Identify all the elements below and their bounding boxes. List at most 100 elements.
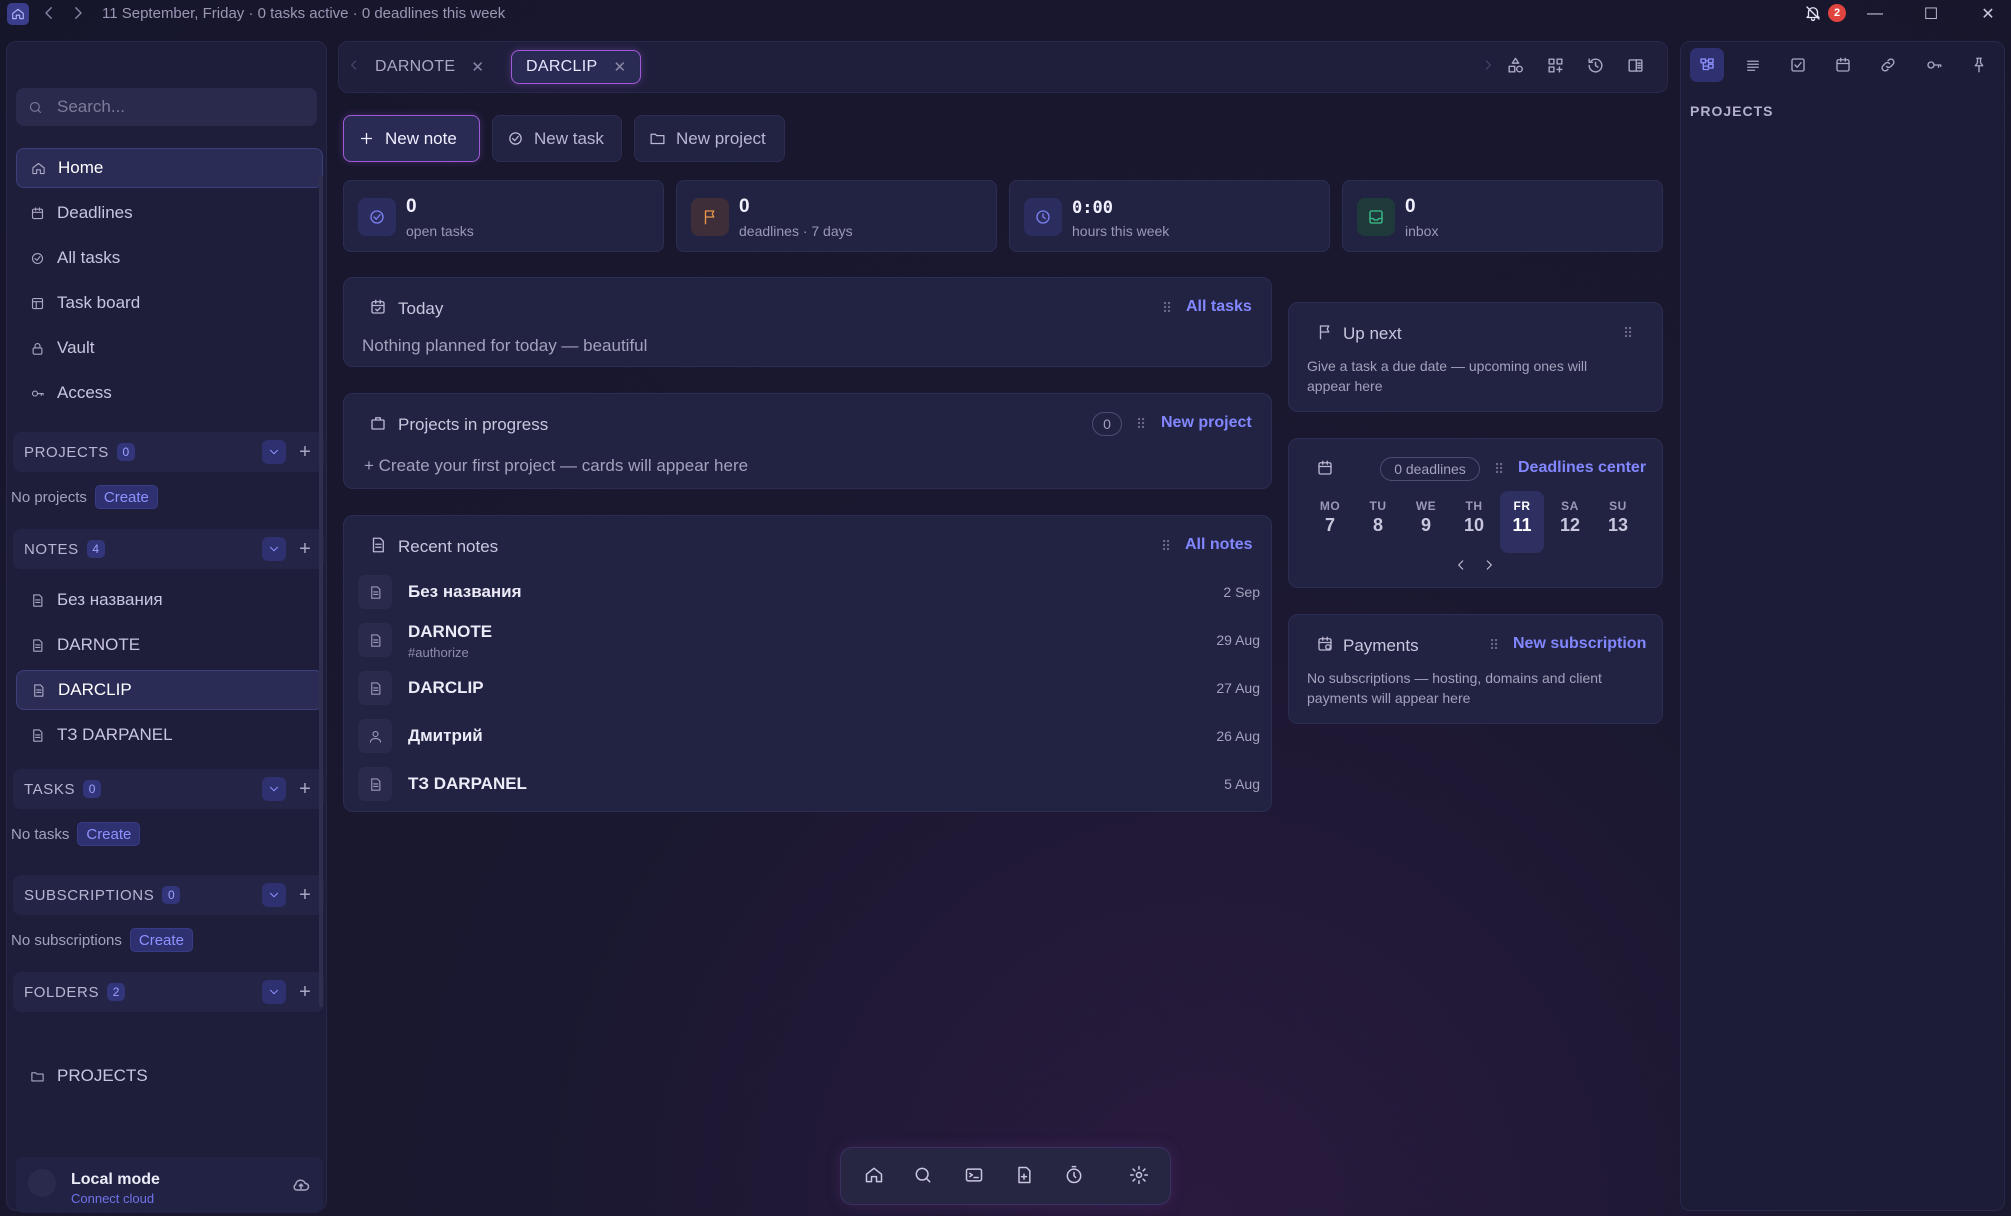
grid-add-icon[interactable] [1546,56,1565,75]
tab-scroll-right-icon[interactable] [1481,58,1495,72]
new-note-button[interactable]: New note [343,115,480,162]
new-project-link[interactable]: New project [1161,414,1252,432]
timer-icon[interactable] [1064,1165,1084,1185]
new-project-button[interactable]: New project [634,115,785,162]
calendar-day-mo[interactable]: MO 7 [1308,491,1352,553]
new-file-icon[interactable] [1014,1165,1034,1185]
add-task-button[interactable]: + [295,778,315,801]
chevron-left-icon[interactable] [1454,558,1468,572]
list-item[interactable]: DARNOTE #authorize 29 Aug [358,621,1260,661]
sidebar-item-task-board[interactable]: Task board [16,283,323,323]
all-notes-link[interactable]: All notes [1185,536,1253,554]
stat-open-tasks[interactable]: 0 open tasks [343,180,664,252]
terminal-icon[interactable] [964,1165,984,1185]
chevron-down-icon[interactable] [262,440,286,464]
calendar-icon[interactable] [1826,48,1860,82]
create-project-hint[interactable]: + Create your first project — cards will… [364,456,748,476]
tab-darclip[interactable]: DARCLIP ✕ [511,50,642,84]
tree-view-icon[interactable] [1690,48,1724,82]
sidebar-folder-item[interactable]: PROJECTS [16,1056,323,1096]
drag-handle-icon[interactable]: ⠿ [1489,637,1499,654]
sidebar-note-item[interactable]: DARNOTE [16,625,323,665]
add-subscription-button[interactable]: + [295,884,315,907]
drag-handle-icon[interactable]: ⠿ [1161,538,1171,555]
connect-cloud-link[interactable]: Connect cloud [71,1191,154,1206]
drag-handle-icon[interactable]: ⠿ [1162,300,1172,317]
link-icon[interactable] [1871,48,1905,82]
tab-darnote[interactable]: DARNOTE ✕ [361,50,498,84]
notes-section-header[interactable]: NOTES 4 + [13,529,324,569]
key-icon[interactable] [1917,48,1951,82]
sidebar-item-deadlines[interactable]: Deadlines [16,193,323,233]
split-view-icon[interactable] [1626,56,1645,75]
bell-icon[interactable] [1804,4,1822,22]
close-tab-icon[interactable]: ✕ [613,58,626,76]
stat-deadlines[interactable]: 0 deadlines · 7 days [676,180,997,252]
note-title: ТЗ DARPANEL [408,774,527,793]
chevron-down-icon[interactable] [262,883,286,907]
stat-inbox[interactable]: 0 inbox [1342,180,1663,252]
new-task-button[interactable]: New task [492,115,622,162]
search-icon[interactable] [913,1165,933,1185]
maximize-button[interactable]: ☐ [1920,3,1942,25]
search-box[interactable] [16,88,317,126]
minimize-button[interactable]: — [1864,3,1886,25]
calendar-day-su[interactable]: SU 13 [1596,491,1640,553]
all-tasks-link[interactable]: All tasks [1186,298,1252,316]
create-task-button[interactable]: Create [77,822,141,846]
forward-arrow-icon[interactable] [69,4,87,22]
sidebar-item-vault[interactable]: Vault [16,328,323,368]
cloud-upload-icon[interactable] [291,1175,311,1195]
projects-section-header[interactable]: PROJECTS 0 + [13,432,324,472]
sidebar-item-access[interactable]: Access [16,373,323,413]
sidebar-item-label: Vault [57,338,95,357]
drag-handle-icon[interactable]: ⠿ [1623,325,1633,342]
list-item[interactable]: Дмитрий 26 Aug [358,717,1260,757]
new-subscription-link[interactable]: New subscription [1513,635,1646,653]
back-arrow-icon[interactable] [40,4,58,22]
add-folder-button[interactable]: + [295,981,315,1004]
app-home-icon[interactable] [7,3,29,25]
sidebar-note-item[interactable]: ТЗ DARPANEL [16,715,323,755]
calendar-day-fr[interactable]: FR 11 [1500,491,1544,553]
stat-hours[interactable]: 0:00 hours this week [1009,180,1330,252]
sidebar-note-item[interactable]: DARCLIP [16,670,323,710]
subscriptions-section-header[interactable]: SUBSCRIPTIONS 0 + [13,875,324,915]
list-item[interactable]: DARCLIP 27 Aug [358,669,1260,709]
list-item[interactable]: Без названия 2 Sep [358,573,1260,613]
tasks-section-header[interactable]: TASKS 0 + [13,769,324,809]
pin-icon[interactable] [1962,48,1996,82]
calendar-day-tu[interactable]: TU 8 [1356,491,1400,553]
add-project-button[interactable]: + [295,441,315,464]
create-subscription-button[interactable]: Create [129,928,193,952]
sidebar-item-home[interactable]: Home [16,148,323,188]
folders-section-header[interactable]: FOLDERS 2 + [13,972,324,1012]
sidebar-scrollbar[interactable] [319,175,323,1007]
tab-scroll-left-icon[interactable] [347,58,361,72]
drag-handle-icon[interactable]: ⠿ [1494,461,1504,478]
chevron-right-icon[interactable] [1482,558,1496,572]
shapes-icon[interactable] [1506,56,1525,75]
calendar-day-we[interactable]: WE 9 [1404,491,1448,553]
create-project-button[interactable]: Create [94,485,158,509]
calendar-day-sa[interactable]: SA 12 [1548,491,1592,553]
home-icon[interactable] [864,1165,884,1185]
calendar-day-th[interactable]: TH 10 [1452,491,1496,553]
sidebar-note-item[interactable]: Без названия [16,580,323,620]
deadlines-center-link[interactable]: Deadlines center [1518,459,1646,477]
list-lines-icon[interactable] [1736,48,1770,82]
drag-handle-icon[interactable]: ⠿ [1136,416,1146,433]
checkbox-icon[interactable] [1781,48,1815,82]
search-input[interactable] [57,97,297,117]
chevron-down-icon[interactable] [262,537,286,561]
list-item[interactable]: ТЗ DARPANEL 5 Aug [358,765,1260,805]
chevron-down-icon[interactable] [262,777,286,801]
add-note-button[interactable]: + [295,538,315,561]
close-tab-icon[interactable]: ✕ [471,58,484,76]
close-window-button[interactable]: ✕ [1977,3,1999,25]
chevron-down-icon[interactable] [262,980,286,1004]
sidebar-item-all-tasks[interactable]: All tasks [16,238,323,278]
folder-icon [31,1071,44,1081]
history-icon[interactable] [1586,56,1605,75]
settings-icon[interactable] [1129,1165,1149,1185]
